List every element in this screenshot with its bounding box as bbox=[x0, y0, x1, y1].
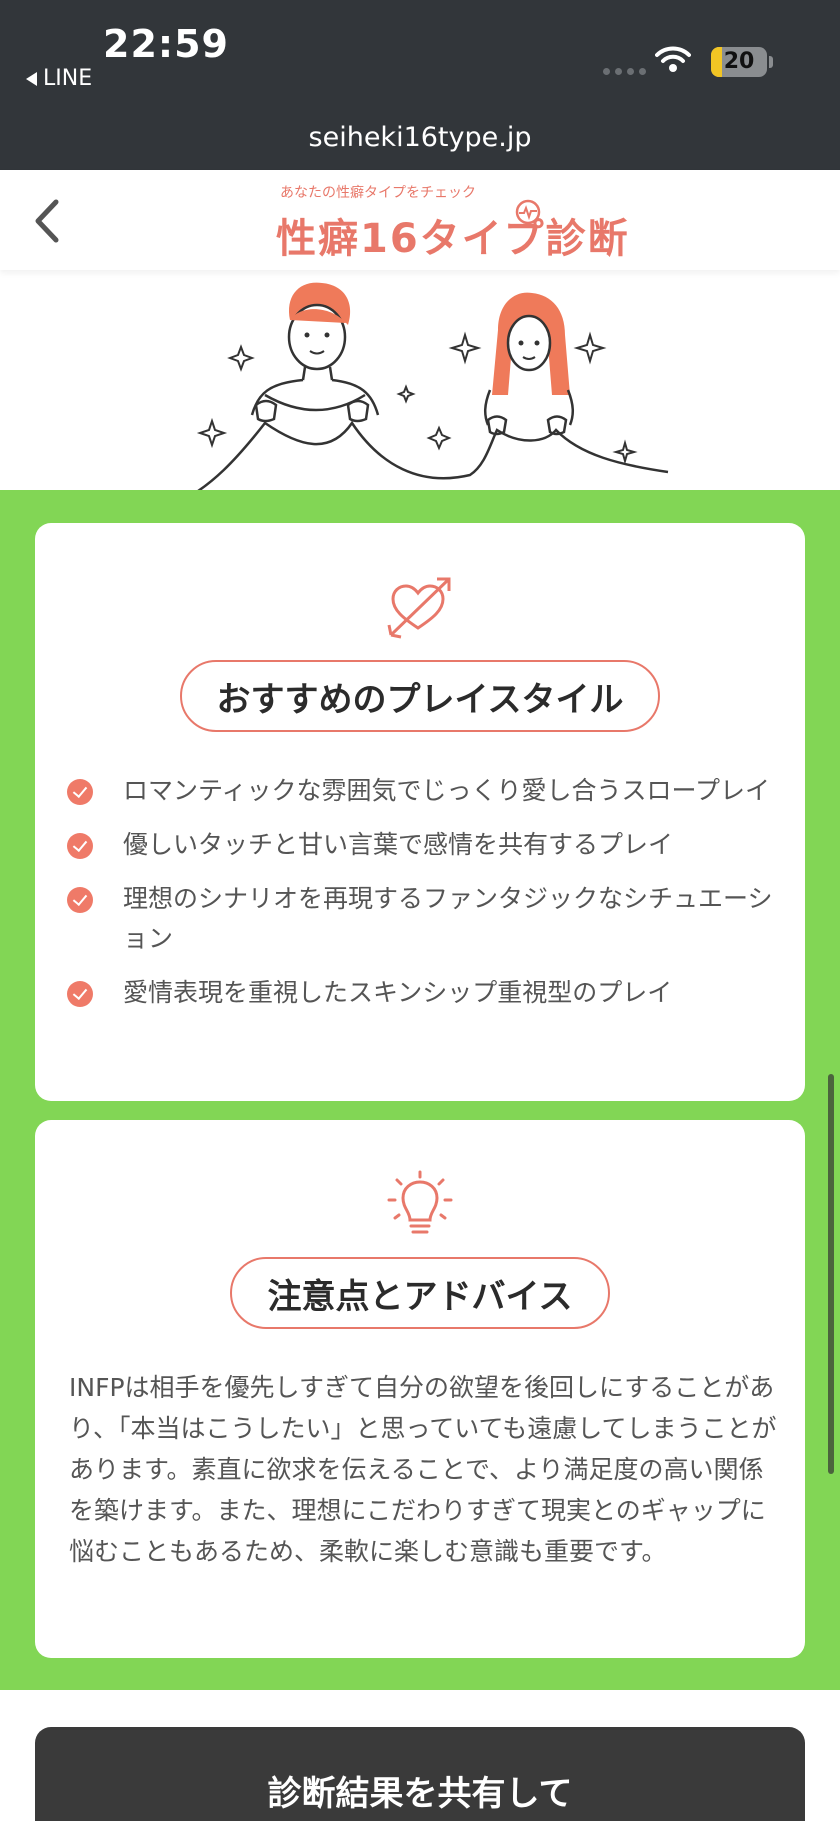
logo-tagline: あなたの性癖タイプをチェック bbox=[280, 185, 476, 201]
logo-title: 性癖16タイプ診断 bbox=[276, 216, 630, 262]
list-item: 優しいタッチと甘い言葉で感情を共有するプレイ bbox=[67, 825, 787, 865]
back-app-label: LINE bbox=[43, 66, 93, 91]
check-icon bbox=[67, 779, 93, 805]
heartbeat-icon bbox=[515, 199, 541, 225]
back-to-app-link[interactable]: LINE bbox=[26, 66, 92, 91]
list-item-text: ロマンティックな雰囲気でじっくり愛し合うスロープレイ bbox=[123, 776, 771, 805]
check-icon bbox=[67, 981, 93, 1007]
play-style-heading: おすすめのプレイスタイル bbox=[180, 660, 660, 732]
couple-illustration bbox=[196, 282, 669, 490]
battery-level: 20 bbox=[723, 49, 755, 74]
list-item-text: 愛情表現を重視したスキンシップ重視型のプレイ bbox=[123, 978, 673, 1007]
list-item: ロマンティックな雰囲気でじっくり愛し合うスロープレイ bbox=[67, 771, 787, 811]
list-item: 愛情表現を重視したスキンシップ重視型のプレイ bbox=[67, 973, 787, 1013]
list-item: 理想のシナリオを再現するファンタジックなシチュエーション bbox=[67, 879, 787, 959]
cellular-signal-icon bbox=[603, 68, 646, 75]
back-triangle-icon bbox=[26, 71, 37, 86]
scrollbar[interactable] bbox=[828, 1074, 834, 1474]
status-time: 22:59 bbox=[103, 22, 229, 66]
check-icon bbox=[67, 887, 93, 913]
advice-heading: 注意点とアドバイス bbox=[230, 1257, 610, 1329]
share-result-button[interactable]: 診断結果を共有して bbox=[35, 1727, 805, 1821]
battery-icon: 20 bbox=[711, 47, 767, 77]
heart-arrow-icon bbox=[387, 577, 451, 639]
browser-top-bar: 22:59 LINE 20 seiheki16type.jp bbox=[0, 0, 840, 170]
chevron-left-icon[interactable] bbox=[30, 196, 70, 246]
advice-card: 注意点とアドバイス INFPは相手を優先しすぎて自分の欲望を後回しにすることがあ… bbox=[35, 1120, 805, 1658]
battery-tip bbox=[769, 56, 773, 68]
lightbulb-icon bbox=[387, 1170, 453, 1234]
wifi-icon bbox=[655, 46, 691, 72]
list-item-text: 理想のシナリオを再現するファンタジックなシチュエーション bbox=[123, 884, 773, 953]
check-icon bbox=[67, 833, 93, 859]
play-style-list: ロマンティックな雰囲気でじっくり愛し合うスロープレイ 優しいタッチと甘い言葉で感… bbox=[67, 771, 787, 1027]
site-logo[interactable]: あなたの性癖タイプをチェック 性癖16タイプ診断 bbox=[270, 182, 628, 262]
url-bar[interactable]: seiheki16type.jp bbox=[0, 122, 840, 153]
list-item-text: 優しいタッチと甘い言葉で感情を共有するプレイ bbox=[123, 830, 674, 859]
site-header: あなたの性癖タイプをチェック 性癖16タイプ診断 bbox=[0, 170, 840, 270]
advice-text: INFPは相手を優先しすぎて自分の欲望を後回しにすることがあり、「本当はこうした… bbox=[69, 1373, 777, 1566]
play-style-card: おすすめのプレイスタイル ロマンティックな雰囲気でじっくり愛し合うスロープレイ … bbox=[35, 523, 805, 1101]
